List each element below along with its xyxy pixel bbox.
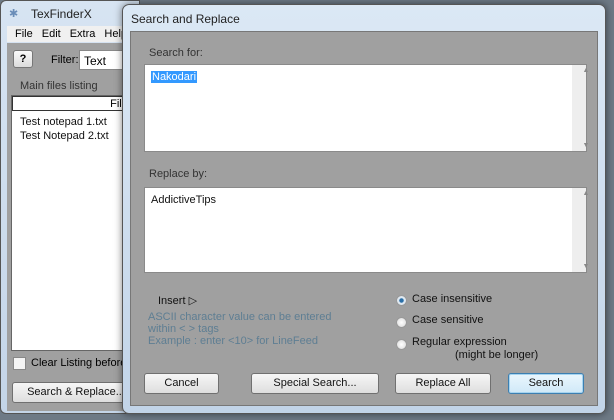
replace-by-textarea[interactable]: AddictiveTips ▲ ▼ [144, 187, 589, 273]
dialog-title: Search and Replace [131, 12, 240, 26]
scrollbar[interactable]: ▲ ▼ [572, 188, 589, 272]
insert-label: Insert [158, 295, 186, 307]
info-line: ASCII character value can be entered [148, 311, 332, 323]
case-sensitive-radio[interactable] [396, 317, 407, 328]
info-line: within < > tags [148, 323, 219, 335]
insert-menu[interactable]: Insert ▷ [158, 294, 197, 307]
case-insensitive-radio[interactable] [396, 295, 407, 306]
scroll-down-icon[interactable]: ▼ [579, 263, 593, 270]
special-search-button[interactable]: Special Search... [251, 373, 379, 394]
clear-listing-checkbox[interactable] [13, 357, 26, 370]
replace-all-button[interactable]: Replace All [395, 373, 491, 394]
menu-bar: File Edit Extra Help [7, 26, 141, 42]
search-for-textarea[interactable]: Nakodari ▲ ▼ [144, 64, 589, 152]
regex-radio[interactable] [396, 339, 407, 350]
search-for-label: Search for: [149, 47, 203, 59]
filter-label: Filter: [51, 54, 79, 66]
case-insensitive-label: Case insensitive [412, 293, 493, 305]
list-item[interactable]: Test Notepad 2.txt [20, 130, 109, 142]
search-button[interactable]: Search [508, 373, 584, 394]
regex-note: (might be longer) [455, 349, 539, 361]
list-item[interactable]: Test notepad 1.txt [20, 116, 107, 128]
case-sensitive-label: Case sensitive [412, 314, 484, 326]
listing-label: Main files listing [20, 80, 98, 92]
menu-file[interactable]: File [15, 26, 33, 42]
search-replace-button[interactable]: Search & Replace... [12, 382, 140, 403]
menu-edit[interactable]: Edit [42, 26, 61, 42]
replace-by-label: Replace by: [149, 168, 208, 180]
dialog-client: Search for: Nakodari ▲ ▼ Replace by: Addi… [130, 31, 598, 406]
help-button[interactable]: ? [13, 50, 33, 68]
clear-listing-label: Clear Listing before a [31, 357, 136, 369]
texfinderx-main-window: ✱ TexFinderX File Edit Extra Help ? Filt… [0, 0, 142, 414]
scrollbar[interactable]: ▲ ▼ [572, 65, 589, 151]
ascii-info: ASCII character value can be entered wit… [148, 311, 331, 347]
scroll-up-icon[interactable]: ▲ [579, 67, 593, 74]
triangle-right-icon: ▷ [188, 295, 198, 307]
replace-value: AddictiveTips [151, 194, 217, 206]
scroll-down-icon[interactable]: ▼ [579, 142, 593, 149]
app-icon: ✱ [9, 8, 19, 20]
regex-label: Regular expression [412, 336, 507, 348]
menu-extra[interactable]: Extra [70, 26, 96, 42]
info-line: Example : enter <10> for LineFeed [148, 335, 318, 347]
main-window-title: TexFinderX [31, 7, 92, 21]
search-replace-dialog: Search and Replace Search for: Nakodari … [122, 4, 606, 414]
cancel-button[interactable]: Cancel [144, 373, 219, 394]
search-value: Nakodari [151, 71, 198, 83]
scroll-up-icon[interactable]: ▲ [579, 190, 593, 197]
